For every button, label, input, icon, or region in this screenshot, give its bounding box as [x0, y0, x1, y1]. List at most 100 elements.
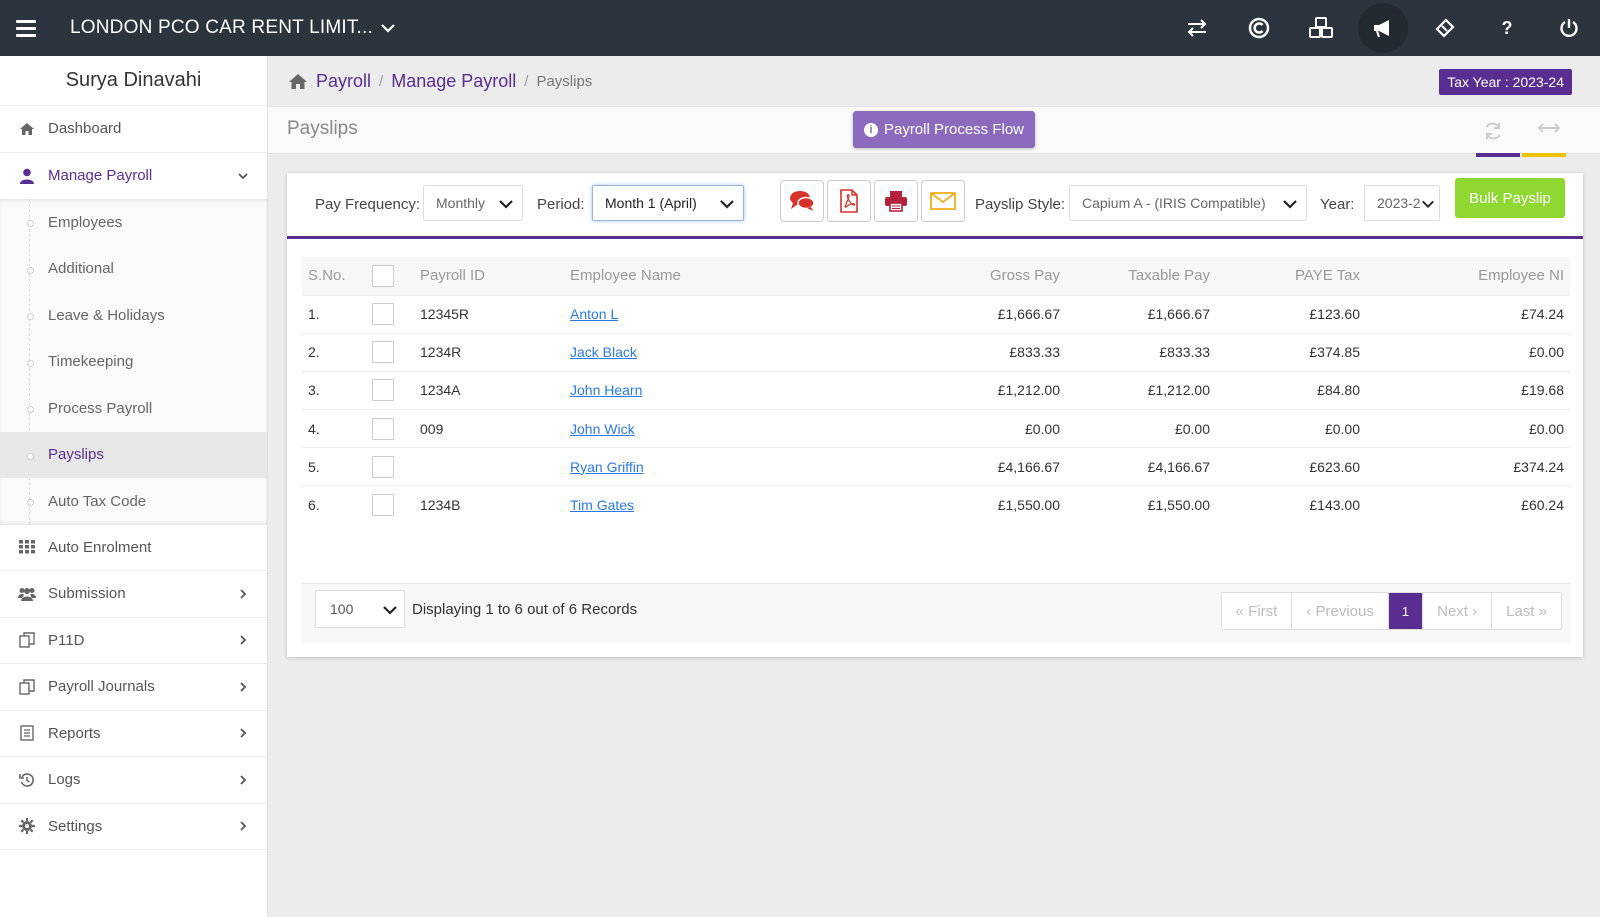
period-select[interactable]: Month 1 (April) — [592, 185, 744, 221]
cell-employee-name: Anton L — [570, 295, 870, 333]
swap-icon[interactable] — [1166, 0, 1228, 56]
sidebar-item-employees[interactable]: Employees — [0, 199, 267, 246]
gear-icon — [18, 817, 36, 835]
table-row: 5. Ryan Griffin £4,166.67 £4,166.67 £623.60 £… — [302, 447, 1570, 486]
sidebar-item-auto-enrolment[interactable]: Auto Enrolment — [0, 525, 267, 571]
page-last[interactable]: Last » — [1491, 593, 1561, 629]
cell-gross-pay: £4,166.67 — [997, 458, 1060, 475]
cell-paye-tax: £0.00 — [1324, 420, 1360, 437]
megaphone-icon[interactable] — [1352, 0, 1414, 56]
sidebar-item-process-payroll[interactable]: Process Payroll — [0, 385, 267, 432]
row-checkbox[interactable] — [372, 379, 394, 402]
cell-taxable-pay: £1,666.67 — [1147, 306, 1210, 323]
sidebar-item-label: Auto Enrolment — [48, 538, 152, 556]
header-sno: S.No. — [308, 267, 346, 285]
header-taxable-pay: Taxable Pay — [1128, 267, 1210, 285]
employee-link[interactable]: Jack Black — [570, 344, 637, 360]
sidebar-item-p11d[interactable]: P11D — [0, 618, 267, 664]
sidebar-item-timekeeping[interactable]: Timekeeping — [0, 339, 267, 386]
copyright-icon[interactable] — [1228, 0, 1290, 56]
chevron-down-icon — [1421, 198, 1435, 210]
header-employee-name: Employee Name — [570, 267, 681, 285]
sidebar-item-payroll-journals[interactable]: Payroll Journals — [0, 664, 267, 711]
sidebar-item-payslips[interactable]: Payslips — [0, 431, 267, 478]
employee-link[interactable]: Tim Gates — [570, 497, 634, 513]
header-gross-pay: Gross Pay — [989, 267, 1060, 285]
page-first[interactable]: « First — [1222, 593, 1292, 629]
expand-horizontal-icon[interactable] — [1537, 121, 1561, 138]
sidebar-item-additional[interactable]: Additional — [0, 246, 267, 293]
employee-link[interactable]: John Hearn — [570, 382, 642, 398]
select-all-checkbox[interactable] — [372, 264, 394, 287]
breadcrumb-payroll[interactable]: Payroll — [316, 71, 371, 92]
row-checkbox[interactable] — [372, 341, 394, 364]
menu-icon[interactable] — [0, 0, 52, 56]
home-icon — [18, 120, 36, 138]
cell-taxable-pay: £833.33 — [1159, 344, 1210, 361]
grid-icon — [18, 538, 36, 556]
sidebar-item-label: Dashboard — [48, 120, 122, 138]
chevron-down-icon — [499, 200, 513, 209]
chevron-down-icon — [383, 606, 397, 615]
per-page-select[interactable]: 100 — [315, 590, 405, 628]
bulk-payslip-button[interactable]: Bulk Payslip — [1455, 178, 1565, 218]
view-tab-yellow[interactable] — [1522, 153, 1566, 157]
cell-employee-name: Ryan Griffin — [570, 448, 870, 486]
pdf-button[interactable] — [827, 180, 871, 222]
page-current[interactable]: 1 — [1387, 593, 1423, 629]
row-checkbox[interactable] — [372, 455, 394, 478]
cell-select — [372, 295, 420, 333]
employee-link[interactable]: Anton L — [570, 306, 618, 322]
chevron-right-icon — [240, 821, 247, 831]
cell-taxable-pay: £0.00 — [1174, 420, 1210, 437]
power-icon[interactable] — [1538, 0, 1600, 56]
company-selector[interactable]: LONDON PCO CAR RENT LIMIT... — [70, 17, 395, 39]
employee-link[interactable]: John Wick — [570, 421, 635, 437]
cell-sno: 1. — [308, 306, 320, 323]
breadcrumb-manage-payroll[interactable]: Manage Payroll — [391, 71, 516, 92]
cell-paye-tax: £123.60 — [1309, 306, 1360, 323]
cell-select — [372, 371, 420, 409]
cell-paye-tax: £84.80 — [1317, 382, 1360, 399]
employee-link[interactable]: Ryan Griffin — [570, 459, 644, 475]
table-row: 6. 1234B Tim Gates £1,550.00 £1,550.00 £143.0… — [302, 485, 1570, 524]
cell-employee-ni: £0.00 — [1528, 344, 1564, 361]
payslips-table-wrapper: S.No. Payroll ID Employee Name Gross Pay… — [302, 257, 1570, 583]
sidebar-item-settings[interactable]: Settings — [0, 804, 267, 850]
row-checkbox[interactable] — [372, 303, 394, 326]
user-name: Surya Dinavahi — [0, 56, 267, 106]
row-checkbox[interactable] — [372, 494, 394, 517]
cubes-icon[interactable] — [1290, 0, 1352, 56]
sidebar-item-logs[interactable]: Logs — [0, 757, 267, 804]
print-button[interactable] — [874, 180, 918, 222]
ticket-icon[interactable] — [1414, 0, 1476, 56]
sidebar-item-label: P11D — [48, 631, 85, 649]
year-select[interactable]: 2023-24 — [1364, 185, 1440, 221]
chat-button[interactable] — [780, 180, 824, 222]
view-tab-purple[interactable] — [1476, 153, 1520, 157]
payslips-card: Pay Frequency: Monthly Period: Month 1 (… — [287, 173, 1583, 657]
copy-icon — [18, 631, 36, 649]
email-button[interactable] — [921, 180, 965, 222]
sidebar-item-manage-payroll[interactable]: Manage Payroll — [0, 153, 267, 200]
refresh-icon[interactable] — [1483, 121, 1503, 144]
pay-frequency-select[interactable]: Monthly — [423, 185, 523, 221]
home-icon[interactable] — [288, 73, 308, 90]
page-previous[interactable]: ‹ Previous — [1291, 593, 1388, 629]
sidebar-item-dashboard[interactable]: Dashboard — [0, 106, 267, 153]
main-content: Payroll / Manage Payroll / Payslips Tax … — [268, 56, 1600, 917]
page-next[interactable]: Next › — [1422, 593, 1491, 629]
cell-gross-pay: £1,212.00 — [997, 382, 1060, 399]
table-row: 1. 12345R Anton L £1,666.67 £1,666.67 £123.60… — [302, 295, 1570, 333]
payslip-style-select[interactable]: Capium A - (IRIS Compatible) — [1069, 185, 1307, 221]
sidebar-item-label: Reports — [48, 724, 101, 742]
sidebar-item-auto-tax-code[interactable]: Auto Tax Code — [0, 478, 267, 525]
help-icon[interactable]: ? — [1476, 0, 1538, 56]
top-bar: LONDON PCO CAR RENT LIMIT... ? — [0, 0, 1600, 56]
sidebar-item-leave-holidays[interactable]: Leave & Holidays — [0, 292, 267, 339]
sidebar-item-reports[interactable]: Reports — [0, 711, 267, 757]
envelope-icon — [930, 192, 956, 210]
payroll-process-flow-button[interactable]: i Payroll Process Flow — [853, 111, 1035, 148]
sidebar-item-submission[interactable]: Submission — [0, 571, 267, 618]
row-checkbox[interactable] — [372, 417, 394, 440]
